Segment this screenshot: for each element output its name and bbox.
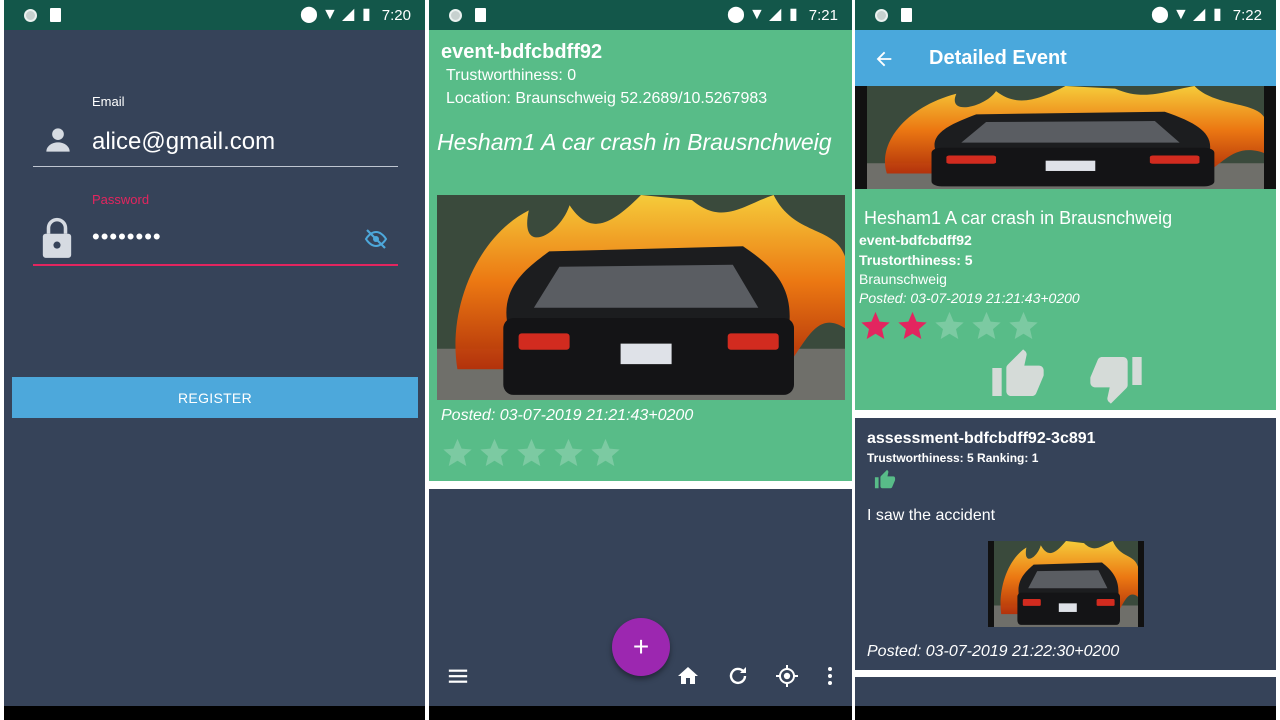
battery-icon: ▮: [1213, 6, 1222, 23]
star-icon[interactable]: [894, 309, 931, 343]
lock-icon: [42, 217, 72, 258]
star-icon[interactable]: [439, 436, 476, 470]
event-list-screen: ⬤ ▼ ◢ ▮ 7:21 event-bdfcbdff92 Trustworth…: [429, 0, 852, 720]
assessment-photo: [988, 541, 1144, 627]
star-icon[interactable]: [931, 309, 968, 343]
eye-off-icon[interactable]: [364, 227, 388, 251]
wifi-icon: ▼: [1173, 6, 1189, 23]
signal-icon: ◢: [769, 6, 782, 23]
thumb-down-icon[interactable]: [1085, 350, 1147, 406]
email-field[interactable]: alice@gmail.com: [92, 128, 275, 156]
nav-strip: [4, 706, 425, 720]
event-info-panel: Hesham1 A car crash in Brausnchweig even…: [855, 189, 1276, 410]
more-vert-icon[interactable]: [822, 664, 838, 688]
app-bar: Detailed Event: [855, 30, 1276, 86]
password-field[interactable]: ••••••••: [92, 224, 162, 250]
star-icon[interactable]: [1005, 309, 1042, 343]
detail-screen: ⬤ ▼ ◢ ▮ 7:22 Detailed Event Hesham1 A ca…: [855, 0, 1276, 720]
menu-icon[interactable]: [447, 664, 469, 688]
notification-dot-icon: [24, 9, 37, 22]
star-icon[interactable]: [550, 436, 587, 470]
login-screen: ⬤ ▼ ◢ ▮ 7:20 Email alice@gmail.com Passw…: [4, 0, 425, 720]
battery-icon: ▮: [362, 6, 371, 23]
status-time: 7:22: [1232, 7, 1262, 24]
rating-stars[interactable]: [857, 309, 1042, 343]
event-id: event-bdfcbdff92: [441, 41, 603, 63]
status-bar: ⬤ ▼ ◢ ▮ 7:22: [855, 0, 1276, 30]
back-arrow-icon[interactable]: [873, 48, 895, 70]
person-icon: [46, 128, 70, 152]
notification-dot-icon: [875, 9, 888, 22]
assessment-id: assessment-bdfcbdff92-3c891: [867, 430, 1096, 447]
location-icon: ⬤: [1151, 6, 1169, 23]
password-label: Password: [92, 192, 150, 207]
star-icon[interactable]: [476, 436, 513, 470]
sd-card-icon: [901, 8, 912, 22]
status-bar: ⬤ ▼ ◢ ▮ 7:20: [4, 0, 425, 30]
sd-card-icon: [475, 8, 486, 22]
star-icon[interactable]: [513, 436, 550, 470]
home-icon[interactable]: [676, 664, 700, 688]
wifi-icon: ▼: [749, 6, 765, 23]
assessment-trust-ranking: Trustworthiness: 5 Ranking: 1: [867, 451, 1039, 465]
nav-strip: [429, 706, 852, 720]
event-id: event-bdfcbdff92: [859, 232, 972, 248]
event-title: Hesham1 A car crash in Brausnchweig: [864, 208, 1173, 228]
assessment-text: I saw the accident: [867, 507, 996, 524]
event-posted: Posted: 03-07-2019 21:21:43+0200: [859, 290, 1080, 306]
thumb-up-icon[interactable]: [987, 347, 1049, 403]
star-icon[interactable]: [857, 309, 894, 343]
wifi-icon: ▼: [322, 6, 338, 23]
assessment-card: assessment-bdfcbdff92-3c891 Trustworthin…: [855, 418, 1276, 670]
location-icon: ⬤: [727, 6, 745, 23]
event-photo: [855, 86, 1276, 189]
event-trustworthiness: Trustworthiness: 0: [446, 67, 577, 84]
event-city: Braunschweig: [859, 271, 947, 287]
email-label: Email: [92, 94, 125, 109]
rating-stars[interactable]: [439, 436, 624, 470]
signal-icon: ◢: [1193, 6, 1206, 23]
event-photo: [437, 195, 845, 400]
card-divider: [429, 481, 852, 489]
gps-icon[interactable]: [775, 664, 799, 688]
notification-dot-icon: [449, 9, 462, 22]
section-divider: [855, 410, 1276, 418]
event-posted: Posted: 03-07-2019 21:21:43+0200: [441, 407, 694, 424]
refresh-icon[interactable]: [726, 664, 750, 688]
thumb-up-icon: [873, 469, 897, 491]
password-underline: [33, 264, 398, 266]
signal-icon: ◢: [342, 6, 355, 23]
star-icon[interactable]: [587, 436, 624, 470]
battery-icon: ▮: [789, 6, 798, 23]
section-divider: [855, 670, 1276, 677]
nav-strip: [855, 706, 1276, 720]
page-title: Detailed Event: [929, 47, 1067, 69]
star-icon[interactable]: [968, 309, 1005, 343]
register-button[interactable]: REGISTER: [12, 377, 418, 418]
add-event-button[interactable]: +: [612, 618, 670, 676]
status-time: 7:20: [381, 7, 411, 24]
sd-card-icon: [50, 8, 61, 22]
event-card[interactable]: event-bdfcbdff92 Trustworthiness: 0 Loca…: [429, 30, 852, 481]
event-title: Hesham1 A car crash in Brausnchweig: [437, 129, 832, 155]
status-bar: ⬤ ▼ ◢ ▮ 7:21: [429, 0, 852, 30]
status-time: 7:21: [808, 7, 838, 24]
location-icon: ⬤: [300, 6, 318, 23]
email-underline: [33, 166, 398, 167]
event-location: Location: Braunschweig 52.2689/10.526798…: [446, 90, 768, 107]
assessment-posted: Posted: 03-07-2019 21:22:30+0200: [867, 643, 1120, 660]
event-trustworthiness: Trustorthiness: 5: [859, 252, 973, 268]
